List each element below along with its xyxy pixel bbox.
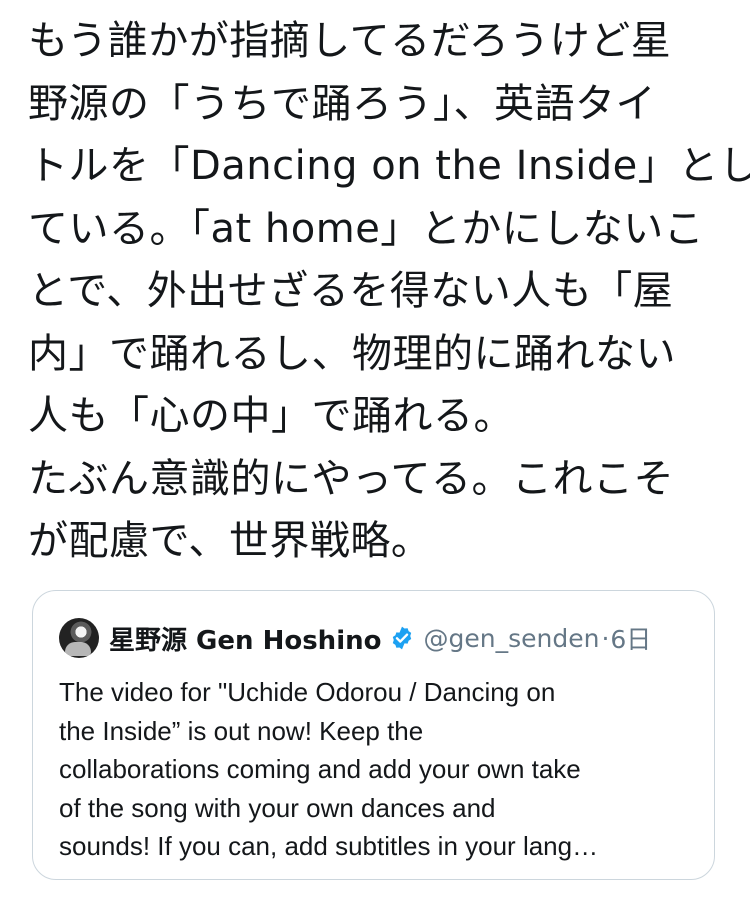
tweet-text-line: が配慮で、世界戦略。	[28, 518, 432, 564]
avatar[interactable]	[59, 618, 99, 658]
separator-dot: ·	[601, 623, 610, 653]
quoted-tweet-line: sounds! If you can, add subtitles in you…	[59, 831, 599, 861]
quoted-tweet-body: The video for "Uchide Odorou / Dancing o…	[59, 673, 699, 866]
tweet-text-line: ている。「at home」とかにしないこ	[28, 205, 705, 252]
display-name[interactable]: 星野源 Gen Hoshino	[109, 620, 381, 657]
verified-badge-icon	[389, 625, 415, 651]
tweet-text-line: もう誰かが指摘してるだろうけど星	[28, 18, 672, 64]
quoted-tweet-card[interactable]: 星野源 Gen Hoshino @gen_senden · 6日 The vid…	[32, 590, 715, 880]
tweet-text-line: とで、外出せざるを得ない人も「屋	[28, 268, 674, 314]
quoted-tweet-line: collaborations coming and add your own t…	[59, 754, 581, 784]
timestamp[interactable]: 6日	[610, 620, 651, 656]
tweet-text-line: 野源の「うちで踊ろう」、英語タイ	[28, 80, 656, 127]
tweet-text-line: たぶん意識的にやってる。これこそ	[28, 455, 674, 502]
quoted-tweet-line: the Inside” is out now! Keep the	[59, 715, 424, 746]
handle[interactable]: @gen_senden	[423, 624, 599, 653]
tweet-text-line: トルを「Dancing on the Inside」とし	[28, 143, 750, 189]
tweet-text-line: 内」で踊れるし、物理的に踊れない	[28, 330, 676, 377]
tweet-text-line: 人も「心の中」で踊れる。	[28, 393, 514, 439]
quoted-tweet-line: The video for "Uchide Odorou / Dancing o…	[59, 677, 556, 707]
tweet-text: もう誰かが指摘してるだろうけど星 野源の「うちで踊ろう」、英語タイ トルを「Da…	[28, 10, 750, 573]
quoted-tweet-line: of the song with your own dances and	[59, 792, 496, 823]
quoted-tweet-header: 星野源 Gen Hoshino @gen_senden · 6日	[59, 616, 651, 660]
